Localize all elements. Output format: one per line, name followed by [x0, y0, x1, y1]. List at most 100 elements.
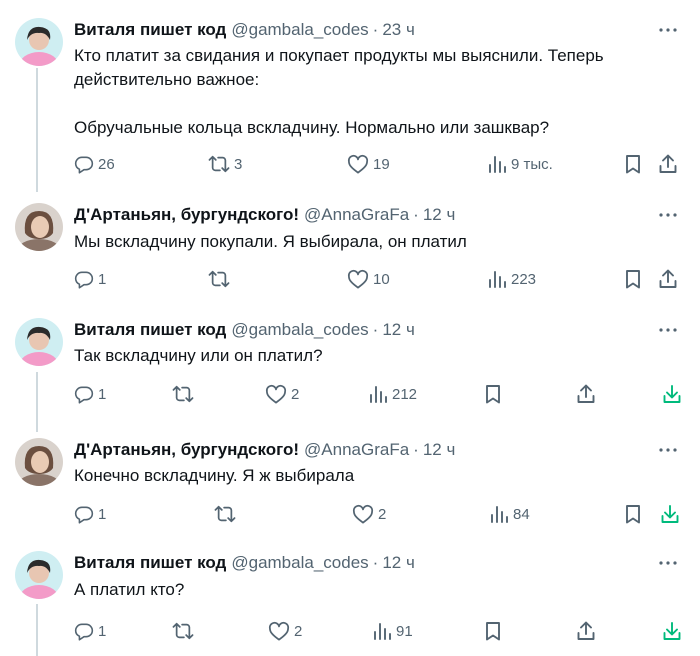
reply-count: 1 [98, 505, 107, 523]
reply-count: 26 [98, 155, 115, 173]
author-name[interactable]: Виталя пишет код [74, 320, 226, 340]
reply-count: 1 [98, 622, 107, 640]
like-button[interactable]: 2 [268, 619, 302, 643]
views-count: 84 [513, 505, 530, 523]
avatar[interactable] [15, 318, 63, 366]
retweet-icon [172, 622, 194, 640]
author-name[interactable]: Д'Артаньян, бургундского! [74, 440, 299, 460]
views-button[interactable]: 91 [372, 619, 413, 643]
views-button[interactable]: 212 [368, 382, 417, 406]
download-button[interactable] [662, 382, 682, 406]
retweet-button[interactable] [208, 267, 234, 291]
avatar[interactable] [15, 438, 63, 486]
more-icon[interactable] [658, 20, 678, 40]
views-count: 9 тыс. [511, 155, 553, 173]
tweet-header: Д'Артаньян, бургундского! @AnnaGraFa · 1… [74, 438, 455, 462]
views-button[interactable]: 9 тыс. [487, 152, 553, 176]
timestamp[interactable]: 12 ч [423, 440, 456, 460]
timestamp[interactable]: 23 ч [382, 20, 415, 40]
views-button[interactable]: 223 [487, 267, 536, 291]
reply-icon [74, 156, 94, 174]
download-button[interactable] [662, 619, 682, 643]
tweet-text: Конечно вскладчину. Я ж выбирала [74, 466, 355, 485]
tweet-text: Мы вскладчину покупали. Я выбирала, он п… [74, 232, 467, 251]
reply-button[interactable]: 1 [74, 267, 106, 291]
bookmark-icon [626, 505, 640, 524]
action-bar: 1 2 84 [0, 502, 700, 526]
retweet-button[interactable] [172, 619, 198, 643]
reply-button[interactable]: 1 [74, 619, 106, 643]
retweet-button[interactable] [172, 382, 198, 406]
views-icon [370, 386, 387, 403]
like-count: 19 [373, 155, 390, 173]
like-icon [265, 384, 287, 404]
separator: · [372, 20, 379, 39]
more-icon[interactable] [658, 440, 678, 460]
separator: · [413, 205, 419, 224]
author-name[interactable]: Виталя пишет код [74, 20, 226, 40]
separator: · [372, 320, 379, 339]
avatar[interactable] [15, 18, 63, 66]
bookmark-icon [626, 270, 640, 289]
bookmark-button[interactable] [624, 152, 642, 176]
like-button[interactable]: 2 [352, 502, 386, 526]
reply-count: 1 [98, 385, 107, 403]
views-count: 212 [392, 385, 418, 403]
reply-button[interactable]: 1 [74, 502, 106, 526]
share-button[interactable] [576, 619, 596, 643]
author-name[interactable]: Виталя пишет код [74, 553, 226, 573]
bookmark-button[interactable] [484, 619, 502, 643]
like-icon [268, 621, 290, 641]
views-button[interactable]: 84 [489, 502, 530, 526]
action-bar: 26 3 19 9 тыс. [0, 152, 700, 176]
retweet-icon [208, 270, 230, 288]
action-bar: 1 2 212 [0, 382, 700, 406]
tweet-header: Виталя пишет код @gambala_codes · 23 ч [74, 18, 415, 42]
views-icon [491, 506, 508, 523]
like-button[interactable]: 10 [347, 267, 390, 291]
author-handle[interactable]: @gambala_codes [231, 20, 368, 40]
views-icon [489, 271, 506, 288]
timestamp[interactable]: 12 ч [382, 553, 415, 573]
reply-button[interactable]: 1 [74, 382, 106, 406]
bookmark-button[interactable] [624, 267, 642, 291]
tweet-header: Виталя пишет код @gambala_codes · 12 ч [74, 318, 415, 342]
share-button[interactable] [658, 152, 678, 176]
timestamp[interactable]: 12 ч [423, 205, 456, 225]
author-handle[interactable]: @gambala_codes [231, 553, 368, 573]
action-bar: 1 10 223 [0, 267, 700, 291]
reply-button[interactable]: 26 [74, 152, 115, 176]
reply-icon [74, 506, 94, 524]
like-count: 2 [378, 505, 387, 523]
retweet-button[interactable]: 3 [208, 152, 242, 176]
views-icon [374, 623, 391, 640]
bookmark-button[interactable] [624, 502, 642, 526]
tweet-text: А платил кто? [74, 580, 185, 599]
reply-icon [74, 271, 94, 289]
author-name[interactable]: Д'Артаньян, бургундского! [74, 205, 299, 225]
like-count: 2 [294, 622, 303, 640]
bookmark-icon [486, 385, 500, 404]
share-icon [577, 384, 595, 403]
avatar[interactable] [15, 203, 63, 251]
author-handle[interactable]: @AnnaGraFa [304, 440, 409, 460]
separator: · [413, 440, 419, 459]
like-button[interactable]: 19 [347, 152, 390, 176]
reply-icon [74, 623, 94, 641]
avatar[interactable] [15, 551, 63, 599]
share-button[interactable] [658, 267, 678, 291]
download-button[interactable] [660, 502, 680, 526]
separator: · [372, 553, 379, 572]
more-icon[interactable] [658, 320, 678, 340]
author-handle[interactable]: @AnnaGraFa [304, 205, 409, 225]
bookmark-button[interactable] [484, 382, 502, 406]
timestamp[interactable]: 12 ч [382, 320, 415, 340]
more-icon[interactable] [658, 205, 678, 225]
retweet-button[interactable] [214, 502, 240, 526]
share-button[interactable] [576, 382, 596, 406]
like-button[interactable]: 2 [265, 382, 299, 406]
more-icon[interactable] [658, 553, 678, 573]
author-handle[interactable]: @gambala_codes [231, 320, 368, 340]
retweet-icon [172, 385, 194, 403]
like-icon [347, 269, 369, 289]
